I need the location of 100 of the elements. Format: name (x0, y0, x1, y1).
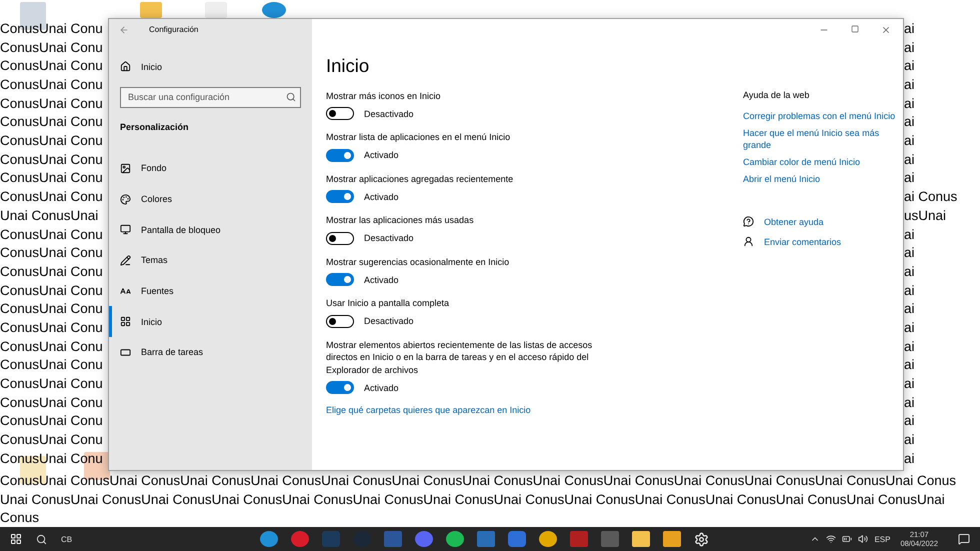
feedback-icon (743, 236, 754, 248)
sidebar-item[interactable]: Inicio (109, 306, 312, 338)
help-action-link[interactable]: Enviar comentarios (764, 236, 842, 248)
wallpaper-text: ConusUnai Conu (0, 375, 103, 394)
wallpaper-text: ai (904, 113, 915, 132)
wallpaper-text: ai (904, 94, 915, 113)
font-size-icon (120, 286, 131, 297)
sidebar-item[interactable]: Barra de tareas (109, 337, 312, 368)
wallpaper-text: ConusUnai Conu (0, 450, 103, 468)
toggle-switch[interactable] (326, 107, 354, 120)
wallpaper-text: ai (904, 132, 915, 150)
help-link[interactable]: Cambiar color de menú Inicio (743, 156, 860, 168)
wallpaper-text: ai (904, 226, 915, 244)
wallpaper-text: ai (904, 38, 915, 57)
setting-label: Mostrar lista de aplicaciones en el menú Inicio (326, 131, 512, 144)
toggle-switch[interactable] (326, 190, 354, 204)
toggle-switch[interactable] (326, 314, 354, 328)
wallpaper-text: ConusUnai Conu (0, 94, 103, 113)
wallpaper-text: ConusUnai Conu (0, 226, 103, 244)
wallpaper-text: ai (904, 356, 915, 374)
help-link[interactable]: Abrir el menú Inicio (743, 172, 820, 185)
wallpaper-text: usUnai (904, 206, 946, 225)
wallpaper-text: ConusUnai Conu (0, 150, 103, 169)
wallpaper-text: ai (904, 375, 915, 394)
pencil-icon (120, 254, 131, 266)
sidebar-item[interactable]: Pantalla de bloqueo (109, 214, 312, 246)
wallpaper-text: ConusUnai Conu (0, 262, 103, 281)
home-nav-item[interactable]: Inicio (109, 56, 312, 77)
volume-icon[interactable] (858, 534, 868, 544)
wallpaper-text: ai (904, 450, 915, 468)
wallpaper-text: Unai ConusUnai ConusUnai ConusUnai ConusUnai ConusUnai ConusUnai ConusUnai ConusUnai ConusUnai ConusUnai ConusUnai ConusUnai ConusUnai (0, 490, 945, 509)
wallpaper-text: ai Conus (904, 188, 958, 206)
wallpaper-text: ai (904, 57, 915, 76)
close-icon[interactable] (881, 24, 891, 35)
wallpaper-text: ai (904, 262, 915, 281)
wallpaper-text: ai (904, 150, 915, 169)
wallpaper-text: ConusUnai Conu (0, 76, 103, 94)
battery-icon[interactable] (842, 534, 852, 544)
wallpaper-text: ai (904, 20, 915, 38)
toggle-state: Activado (364, 274, 399, 285)
toggle-state: Desactivado (364, 108, 414, 119)
toggle-switch[interactable] (326, 232, 354, 245)
setting-label: Usar Inicio a pantalla completa (326, 297, 450, 310)
wallpaper-text: ConusUnai Conu (0, 169, 103, 188)
wallpaper-text: ai (904, 318, 915, 337)
sidebar-item[interactable]: Fondo (109, 152, 312, 184)
help-action-link[interactable]: Obtener ayuda (764, 216, 824, 228)
wallpaper-text: ai (904, 338, 915, 356)
home-icon (120, 61, 131, 72)
toggle-state: Activado (364, 192, 399, 202)
wallpaper-text: ConusUnai Conu (0, 244, 103, 262)
wallpaper-text: ConusUnai Conu (0, 394, 103, 412)
wallpaper-text: ai (904, 76, 915, 94)
language-indicator[interactable]: ESP (874, 534, 890, 544)
wallpaper-text: ConusUnai Conu (0, 57, 103, 76)
wallpaper-text: ai (904, 412, 915, 430)
help-icon (743, 216, 754, 228)
toggle-switch[interactable] (326, 148, 354, 162)
maximize-icon[interactable] (851, 24, 859, 33)
sidebar-item[interactable]: Temas (109, 245, 312, 276)
wallpaper-text: ConusUnai Conu (0, 412, 103, 430)
picture-icon (120, 162, 131, 174)
wallpaper-text: ai (904, 282, 915, 300)
wallpaper-text: ConusUnai Conu (0, 338, 103, 356)
wallpaper-text: ConusUnai Conu (0, 132, 103, 150)
section-title: Personalización (120, 122, 190, 132)
setting-label: Mostrar elementos abiertos recientemente de las listas de accesos directos en Inicio o en la barra de tareas y en el acceso rápido del Explorador de archivos (326, 338, 594, 376)
notification-icon[interactable] (958, 533, 970, 546)
settings-icon[interactable] (694, 532, 709, 547)
palette-icon (120, 194, 131, 204)
folders-link[interactable]: Elige qué carpetas quieres que aparezcan en Inicio (326, 405, 531, 416)
wallpaper-text: ConusUnai Conu (0, 318, 103, 337)
start-icon[interactable] (10, 533, 22, 546)
setting-label: Mostrar las aplicaciones más usadas (326, 214, 475, 227)
wallpaper-text: ai (904, 394, 915, 412)
toggle-switch[interactable] (326, 273, 354, 286)
toggle-state: Desactivado (364, 316, 414, 326)
sidebar-item[interactable]: Colores (109, 184, 312, 214)
setting-label: Mostrar más iconos en Inicio (326, 90, 442, 102)
wallpaper-text: Conus (0, 509, 40, 528)
setting-label: Mostrar sugerencias ocasionalmente en Inicio (326, 256, 510, 268)
grid-icon (120, 316, 131, 328)
toggle-state: Desactivado (364, 233, 414, 244)
back-icon[interactable] (119, 24, 129, 35)
help-title: Ayuda de la web (743, 90, 810, 100)
wallpaper-text: ai (904, 244, 915, 262)
wallpaper-text: ai (904, 431, 915, 450)
toggle-state: Activado (364, 150, 399, 160)
window-title: Configuración (149, 25, 198, 34)
taskbar-search-text[interactable]: CB (61, 534, 72, 544)
wallpaper-text: ai (904, 169, 915, 188)
setting-label: Mostrar aplicaciones agregadas recientemente (326, 172, 514, 186)
wallpaper-text: ConusUnai Conu (0, 356, 103, 374)
search-icon[interactable] (36, 534, 47, 545)
sidebar-item[interactable]: Fuentes (109, 276, 312, 306)
help-link[interactable]: Corregir problemas con el menú Inicio (743, 110, 896, 122)
search-field[interactable]: Buscar una configuración (120, 86, 301, 108)
wallpaper-text: ConusUnai Conu (0, 282, 103, 300)
toggle-switch[interactable] (326, 381, 354, 394)
help-link[interactable]: Hacer que el menú Inicio sea más grande (743, 126, 903, 151)
